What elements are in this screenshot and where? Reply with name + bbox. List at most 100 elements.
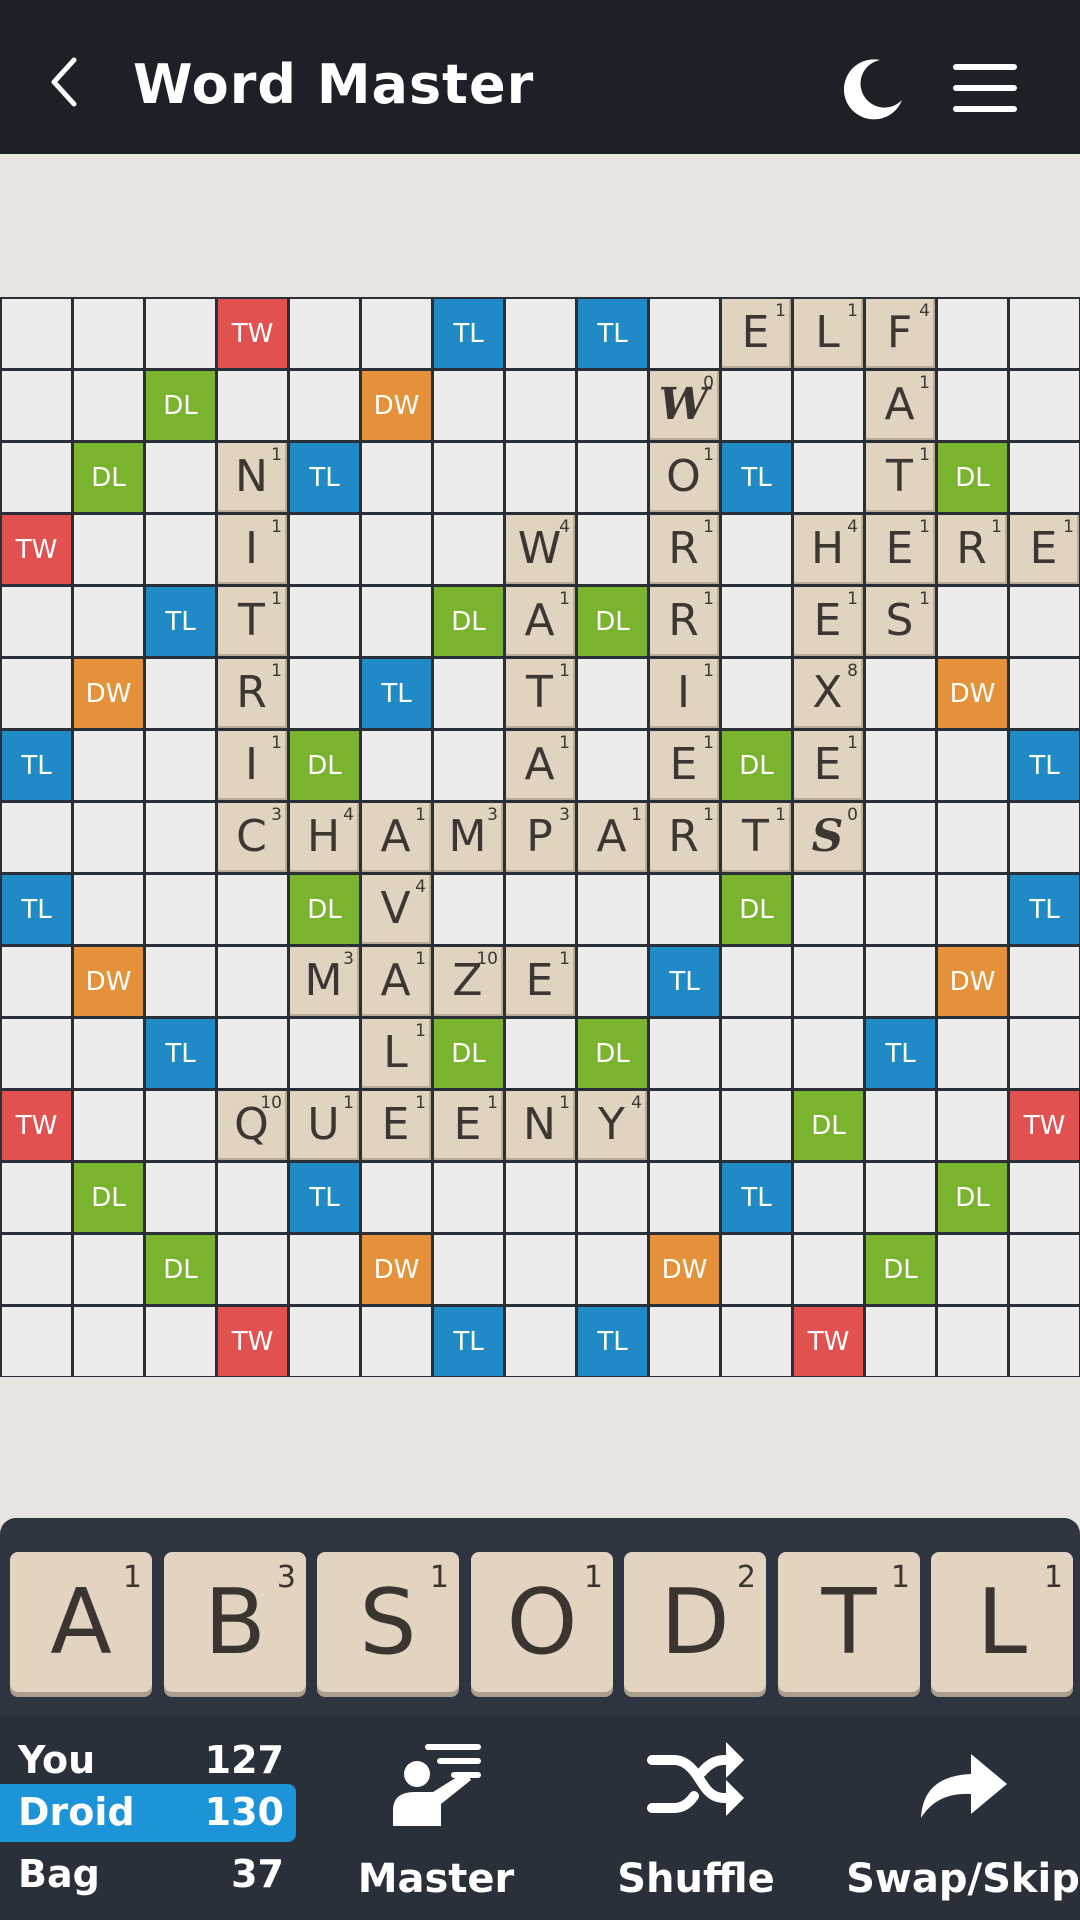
premium-square-tl[interactable]: TL: [434, 1307, 503, 1376]
premium-square-tl[interactable]: TL: [2, 731, 71, 800]
board-square[interactable]: [362, 731, 431, 800]
board-square[interactable]: [722, 1307, 791, 1376]
premium-square-tl[interactable]: TL: [146, 1019, 215, 1088]
premium-square-tl[interactable]: TL: [290, 1163, 359, 1232]
moon-icon[interactable]: [838, 54, 908, 124]
rack-tile[interactable]: A1: [10, 1552, 152, 1692]
board-tile[interactable]: A1: [506, 731, 575, 800]
premium-square-dl[interactable]: DL: [578, 587, 647, 656]
premium-square-tw[interactable]: TW: [1010, 1091, 1079, 1160]
board-square[interactable]: [218, 947, 287, 1016]
premium-square-dw[interactable]: DW: [74, 659, 143, 728]
board-square[interactable]: [290, 587, 359, 656]
board-square[interactable]: [506, 371, 575, 440]
board-square[interactable]: [578, 443, 647, 512]
board-tile[interactable]: M3: [290, 947, 359, 1016]
board-tile[interactable]: T1: [722, 803, 791, 872]
board-square[interactable]: [938, 299, 1007, 368]
board-tile[interactable]: A1: [362, 947, 431, 1016]
premium-square-tl[interactable]: TL: [722, 1163, 791, 1232]
board-square[interactable]: [434, 659, 503, 728]
board-square[interactable]: [938, 875, 1007, 944]
board-square[interactable]: [722, 587, 791, 656]
board-square[interactable]: [578, 515, 647, 584]
board-tile[interactable]: L1: [794, 299, 863, 368]
board-tile[interactable]: W0: [650, 371, 719, 440]
board-tile[interactable]: T1: [866, 443, 935, 512]
board-square[interactable]: [794, 947, 863, 1016]
board-square[interactable]: [362, 587, 431, 656]
board-square[interactable]: [74, 1019, 143, 1088]
board-square[interactable]: [506, 875, 575, 944]
board-square[interactable]: [866, 875, 935, 944]
premium-square-dl[interactable]: DL: [146, 371, 215, 440]
board-square[interactable]: [650, 875, 719, 944]
board-tile[interactable]: N1: [506, 1091, 575, 1160]
board-square[interactable]: [74, 587, 143, 656]
premium-square-dw[interactable]: DW: [650, 1235, 719, 1304]
shuffle-button[interactable]: Shuffle: [606, 1716, 786, 1920]
board-square[interactable]: [650, 1091, 719, 1160]
premium-square-tl[interactable]: TL: [1010, 731, 1079, 800]
board-square[interactable]: [146, 659, 215, 728]
board-square[interactable]: [578, 947, 647, 1016]
board-square[interactable]: [146, 1163, 215, 1232]
board-tile[interactable]: R1: [938, 515, 1007, 584]
board-square[interactable]: [2, 947, 71, 1016]
board-tile[interactable]: E1: [650, 731, 719, 800]
premium-square-tl[interactable]: TL: [146, 587, 215, 656]
board-square[interactable]: [434, 1163, 503, 1232]
premium-square-tw[interactable]: TW: [2, 1091, 71, 1160]
premium-square-dl[interactable]: DL: [722, 875, 791, 944]
premium-square-tl[interactable]: TL: [2, 875, 71, 944]
board-tile[interactable]: A1: [506, 587, 575, 656]
board-square[interactable]: [1010, 659, 1079, 728]
board-square[interactable]: [938, 731, 1007, 800]
board-square[interactable]: [794, 1235, 863, 1304]
premium-square-dl[interactable]: DL: [794, 1091, 863, 1160]
board-square[interactable]: [506, 1163, 575, 1232]
board-square[interactable]: [362, 1307, 431, 1376]
board-square[interactable]: [2, 659, 71, 728]
board-square[interactable]: [2, 1307, 71, 1376]
board-square[interactable]: [650, 1163, 719, 1232]
board-square[interactable]: [1010, 1019, 1079, 1088]
board-square[interactable]: [938, 587, 1007, 656]
board-tile[interactable]: E1: [794, 587, 863, 656]
board-square[interactable]: [1010, 443, 1079, 512]
board-tile[interactable]: R1: [650, 515, 719, 584]
board-square[interactable]: [434, 731, 503, 800]
board-square[interactable]: [1010, 947, 1079, 1016]
board-square[interactable]: [1010, 803, 1079, 872]
chevron-left-icon[interactable]: [40, 52, 90, 112]
premium-square-dw[interactable]: DW: [362, 371, 431, 440]
board-tile[interactable]: H4: [794, 515, 863, 584]
board-square[interactable]: [434, 515, 503, 584]
board-tile[interactable]: F4: [866, 299, 935, 368]
board-square[interactable]: [578, 659, 647, 728]
board-square[interactable]: [74, 1235, 143, 1304]
premium-square-tl[interactable]: TL: [866, 1019, 935, 1088]
board-tile[interactable]: N1: [218, 443, 287, 512]
premium-square-tl[interactable]: TL: [578, 299, 647, 368]
premium-square-tw[interactable]: TW: [218, 1307, 287, 1376]
premium-square-dw[interactable]: DW: [74, 947, 143, 1016]
board-square[interactable]: [290, 299, 359, 368]
board-tile[interactable]: E1: [506, 947, 575, 1016]
board-square[interactable]: [218, 875, 287, 944]
board-square[interactable]: [146, 731, 215, 800]
board-square[interactable]: [938, 1307, 1007, 1376]
board-square[interactable]: [578, 371, 647, 440]
board-square[interactable]: [794, 1019, 863, 1088]
premium-square-dl[interactable]: DL: [290, 731, 359, 800]
board-square[interactable]: [938, 803, 1007, 872]
board-square[interactable]: [1010, 1163, 1079, 1232]
board-tile[interactable]: E1: [794, 731, 863, 800]
premium-square-dl[interactable]: DL: [938, 1163, 1007, 1232]
board-square[interactable]: [722, 1091, 791, 1160]
premium-square-dl[interactable]: DL: [938, 443, 1007, 512]
premium-square-tl[interactable]: TL: [1010, 875, 1079, 944]
rack-tile[interactable]: L1: [931, 1552, 1073, 1692]
board-square[interactable]: [722, 1235, 791, 1304]
board-square[interactable]: [938, 1019, 1007, 1088]
